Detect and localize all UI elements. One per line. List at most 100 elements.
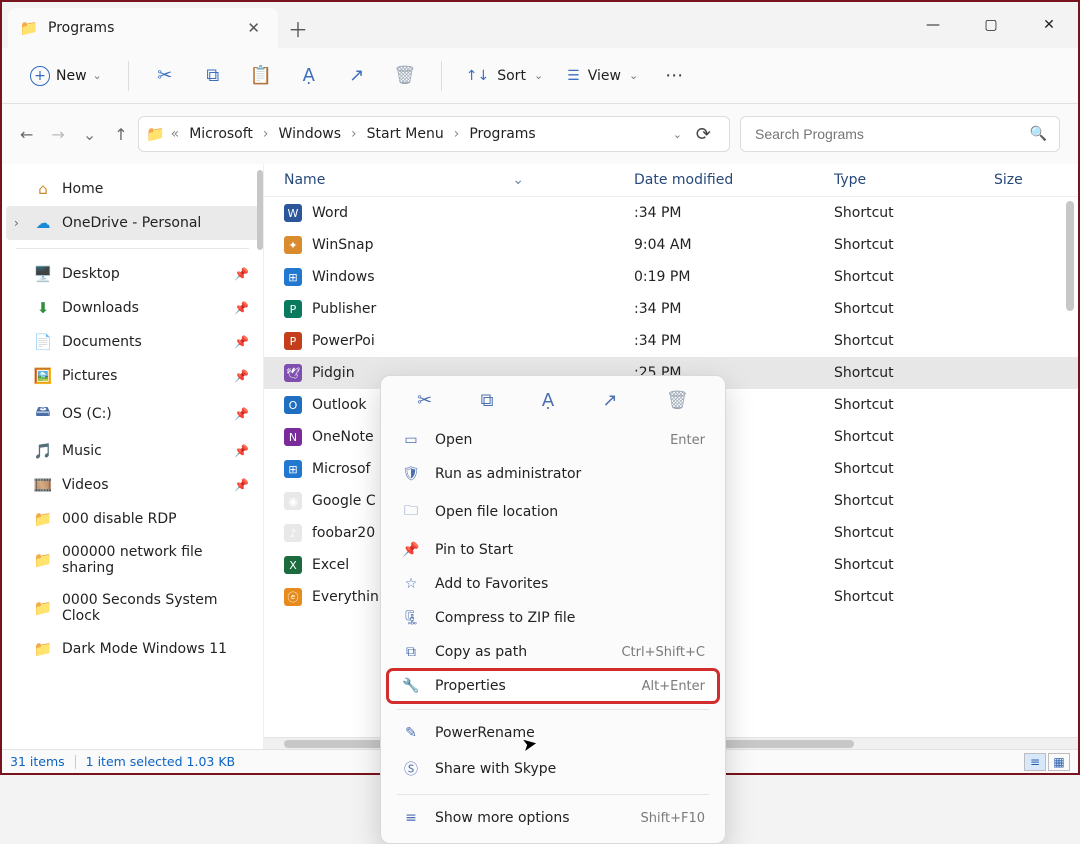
- folder-icon: 📁: [34, 510, 52, 528]
- context-menu-item[interactable]: 🗀 Open file location: [387, 491, 719, 533]
- sidebar-label: Documents: [62, 334, 142, 350]
- breadcrumb-item[interactable]: Start Menu: [363, 126, 448, 142]
- separator: [441, 61, 442, 91]
- file-icon: P: [284, 300, 302, 318]
- column-name[interactable]: Name ⌄: [284, 172, 634, 188]
- column-date[interactable]: Date modified: [634, 172, 834, 188]
- file-name: WinSnap: [312, 237, 374, 253]
- breadcrumb-overflow[interactable]: «: [169, 126, 182, 142]
- sidebar-label: Desktop: [62, 266, 120, 282]
- delete-icon[interactable]: 🗑: [666, 390, 689, 411]
- address-history-button[interactable]: ⌄: [673, 128, 682, 141]
- context-menu-item[interactable]: 🗜 Compress to ZIP file: [387, 601, 719, 635]
- paste-button[interactable]: 📋: [241, 56, 281, 96]
- search-input[interactable]: [753, 125, 1030, 143]
- search-box[interactable]: 🔍: [740, 116, 1060, 152]
- rename-icon[interactable]: Ạ: [542, 390, 554, 411]
- context-menu-item[interactable]: ▭ Open Enter: [387, 423, 719, 457]
- sidebar-item-quick[interactable]: 🎵 Music 📌: [6, 434, 259, 468]
- cut-icon[interactable]: ✂: [417, 390, 432, 411]
- sidebar-item-folder[interactable]: 📁 Dark Mode Windows 11: [6, 632, 259, 666]
- view-icon: ☰: [567, 68, 580, 84]
- menu-item-label: Show more options: [435, 810, 627, 826]
- back-button[interactable]: ←: [20, 125, 33, 144]
- menu-item-accelerator: Enter: [670, 433, 705, 448]
- file-row[interactable]: P Publisher :34 PM Shortcut: [264, 293, 1078, 325]
- file-name: Outlook: [312, 397, 367, 413]
- address-bar[interactable]: 📁 « Microsoft › Windows › Start Menu › P…: [138, 116, 730, 152]
- refresh-button[interactable]: ⟳: [686, 124, 721, 145]
- nav-arrows: ← → ⌄ ↑: [20, 125, 128, 144]
- menu-item-icon: 🗀: [401, 500, 421, 524]
- sort-icon: ↑↓: [466, 68, 489, 84]
- breadcrumb-item[interactable]: Programs: [465, 126, 539, 142]
- context-menu-item[interactable]: 🛡 Run as administrator: [387, 457, 719, 491]
- maximize-button[interactable]: ▢: [962, 2, 1020, 48]
- tab-close-button[interactable]: ✕: [243, 17, 264, 39]
- file-row[interactable]: ⊞ Windows 0:19 PM Shortcut: [264, 261, 1078, 293]
- menu-item-icon: ⧉: [401, 644, 421, 660]
- file-row[interactable]: P PowerPoi :34 PM Shortcut: [264, 325, 1078, 357]
- sidebar-item-folder[interactable]: 📁 000 disable RDP: [6, 502, 259, 536]
- expand-icon[interactable]: ›: [14, 216, 19, 230]
- context-menu-item[interactable]: Ⓢ Share with Skype: [387, 750, 719, 788]
- up-button[interactable]: ↑: [114, 125, 127, 144]
- sidebar-item-onedrive[interactable]: › ☁ OneDrive - Personal: [6, 206, 259, 240]
- file-icon: ⊞: [284, 460, 302, 478]
- tab-title: Programs: [48, 20, 233, 36]
- context-menu-item[interactable]: 📌 Pin to Start: [387, 533, 719, 567]
- folder-icon: 📁: [34, 640, 52, 658]
- file-row[interactable]: W Word :34 PM Shortcut: [264, 197, 1078, 229]
- context-menu-item[interactable]: 🔧 Properties Alt+Enter: [387, 669, 719, 703]
- context-menu-item[interactable]: ☆ Add to Favorites: [387, 567, 719, 601]
- rename-button[interactable]: Ạ: [289, 56, 329, 96]
- copy-button[interactable]: ⧉: [193, 56, 233, 96]
- view-label: View: [588, 68, 621, 84]
- menu-separator: [397, 794, 709, 795]
- file-type: Shortcut: [834, 333, 994, 349]
- new-tab-button[interactable]: ＋: [278, 14, 318, 43]
- breadcrumb-item[interactable]: Microsoft: [185, 126, 257, 142]
- copy-icon[interactable]: ⧉: [481, 390, 494, 411]
- sidebar-item-quick[interactable]: 🖴 OS (C:) 📌: [6, 393, 259, 434]
- share-button[interactable]: ↗: [337, 56, 377, 96]
- sidebar-item-quick[interactable]: 🖥️ Desktop 📌: [6, 257, 259, 291]
- more-button[interactable]: ⋯: [654, 56, 694, 96]
- sort-button[interactable]: ↑↓ Sort ⌄: [458, 62, 551, 90]
- context-menu-item[interactable]: ✎ PowerRename: [387, 716, 719, 750]
- delete-button[interactable]: 🗑: [385, 56, 425, 96]
- status-count: 31 items: [10, 754, 65, 769]
- menu-item-icon: ☆: [401, 576, 421, 592]
- sidebar-item-folder[interactable]: 📁 0000 Seconds System Clock: [6, 584, 259, 632]
- sidebar-item-quick[interactable]: 🎞️ Videos 📌: [6, 468, 259, 502]
- context-menu-item[interactable]: ⧉ Copy as path Ctrl+Shift+C: [387, 635, 719, 669]
- column-size[interactable]: Size: [994, 172, 1058, 188]
- context-menu-item[interactable]: ≡ Show more options Shift+F10: [387, 801, 719, 835]
- minimize-button[interactable]: —: [904, 2, 962, 48]
- sidebar-item-folder[interactable]: 📁 000000 network file sharing: [6, 536, 259, 584]
- recent-button[interactable]: ⌄: [83, 125, 96, 144]
- sidebar-item-home[interactable]: ⌂ Home: [6, 172, 259, 206]
- sort-label: Sort: [497, 68, 526, 84]
- menu-item-label: Copy as path: [435, 644, 607, 660]
- sidebar-item-quick[interactable]: 📄 Documents 📌: [6, 325, 259, 359]
- thumbnails-view-button[interactable]: ▦: [1048, 753, 1070, 771]
- file-name: Pidgin: [312, 365, 355, 381]
- home-icon: ⌂: [34, 180, 52, 198]
- share-icon[interactable]: ↗: [602, 390, 617, 411]
- close-button[interactable]: ✕: [1020, 2, 1078, 48]
- cut-button[interactable]: ✂: [145, 56, 185, 96]
- view-button[interactable]: ☰ View ⌄: [559, 62, 646, 90]
- file-name: Everythin: [312, 589, 379, 605]
- sidebar-item-quick[interactable]: ⬇ Downloads 📌: [6, 291, 259, 325]
- sidebar-item-quick[interactable]: 🖼️ Pictures 📌: [6, 359, 259, 393]
- new-button[interactable]: + New ⌄: [20, 60, 112, 92]
- details-view-button[interactable]: ≡: [1024, 753, 1046, 771]
- menu-item-icon: 🛡: [401, 466, 421, 482]
- menu-item-icon: 🔧: [401, 678, 421, 694]
- tab-programs[interactable]: 📁 Programs ✕: [8, 8, 278, 48]
- breadcrumb-item[interactable]: Windows: [275, 126, 346, 142]
- forward-button[interactable]: →: [51, 125, 64, 144]
- file-row[interactable]: ✦ WinSnap 9:04 AM Shortcut: [264, 229, 1078, 261]
- column-type[interactable]: Type: [834, 172, 994, 188]
